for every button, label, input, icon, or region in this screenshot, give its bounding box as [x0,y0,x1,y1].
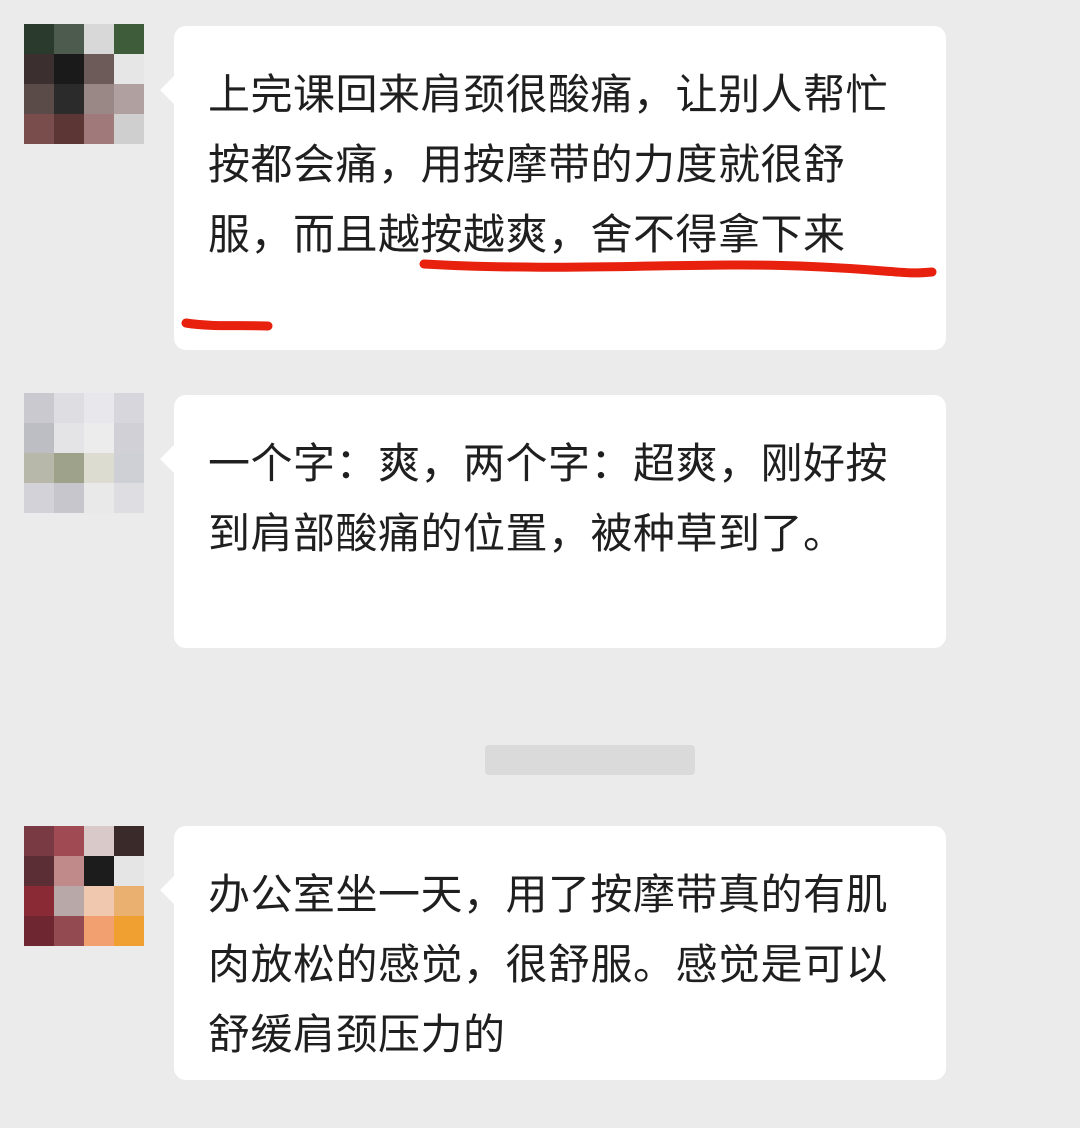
avatar-mosaic-tile [114,826,144,856]
avatar-mosaic-tile [54,423,84,453]
avatar-mosaic-tile [24,24,54,54]
avatar-mosaic-tile [84,24,114,54]
avatar-mosaic-tile [84,393,114,423]
message-text: 办公室坐一天，用了按摩带真的有肌肉放松的感觉，很舒服。感觉是可以舒缓肩颈压力的 [208,870,889,1059]
message-text: 上完课回来肩颈很酸痛，让别人帮忙按都会痛，用按摩带的力度就很舒服，而且越按越爽，… [208,70,889,259]
avatar-mosaic-tile [114,916,144,946]
avatar-mosaic-tile [54,483,84,513]
avatar-mosaic-tile [54,114,84,144]
avatar-mosaic-tile [24,84,54,114]
avatar-mosaic-tile [24,114,54,144]
avatar-mosaic-tile [114,453,144,483]
avatar-mosaic-tile [24,856,54,886]
avatar-mosaic-tile [54,84,84,114]
chat-message-bubble[interactable]: 上完课回来肩颈很酸痛，让别人帮忙按都会痛，用按摩带的力度就很舒服，而且越按越爽，… [160,26,946,350]
sender-avatar[interactable] [24,393,144,513]
avatar-mosaic-tile [54,54,84,84]
avatar-mosaic-tile [114,24,144,54]
avatar-mosaic-tile [84,826,114,856]
avatar-mosaic-tile [54,916,84,946]
avatar-mosaic-tile [84,114,114,144]
avatar-mosaic-tile [24,483,54,513]
chat-message-bubble[interactable]: 一个字：爽，两个字：超爽，刚好按到肩部酸痛的位置，被种草到了。 [160,395,946,648]
avatar-mosaic-tile [114,483,144,513]
avatar-mosaic-tile [24,54,54,84]
avatar-mosaic-tile [84,886,114,916]
sender-avatar[interactable] [24,826,144,946]
avatar-mosaic-tile [84,423,114,453]
sender-avatar[interactable] [24,24,144,144]
avatar-mosaic-tile [54,826,84,856]
avatar-mosaic-tile [54,453,84,483]
redacted-text-block [485,745,695,775]
avatar-mosaic-tile [114,54,144,84]
avatar-mosaic-tile [114,423,144,453]
avatar-mosaic-tile [24,886,54,916]
chat-message-bubble[interactable]: 办公室坐一天，用了按摩带真的有肌肉放松的感觉，很舒服。感觉是可以舒缓肩颈压力的 [160,826,946,1080]
avatar-mosaic-tile [114,886,144,916]
avatar-mosaic-tile [84,453,114,483]
message-text: 一个字：爽，两个字：超爽，刚好按到肩部酸痛的位置，被种草到了。 [208,439,889,558]
avatar-mosaic-tile [24,916,54,946]
avatar-mosaic-tile [54,856,84,886]
avatar-mosaic-tile [84,54,114,84]
avatar-mosaic-tile [24,423,54,453]
avatar-mosaic-tile [114,856,144,886]
avatar-mosaic-tile [84,483,114,513]
avatar-mosaic-tile [114,84,144,114]
redacted-system-message [400,650,780,810]
avatar-mosaic-tile [24,453,54,483]
avatar-mosaic-tile [54,24,84,54]
avatar-mosaic-tile [114,393,144,423]
avatar-mosaic-tile [84,916,114,946]
avatar-mosaic-tile [114,114,144,144]
avatar-mosaic-tile [54,886,84,916]
avatar-mosaic-tile [24,393,54,423]
avatar-mosaic-tile [54,393,84,423]
avatar-mosaic-tile [24,826,54,856]
avatar-mosaic-tile [84,856,114,886]
avatar-mosaic-tile [84,84,114,114]
